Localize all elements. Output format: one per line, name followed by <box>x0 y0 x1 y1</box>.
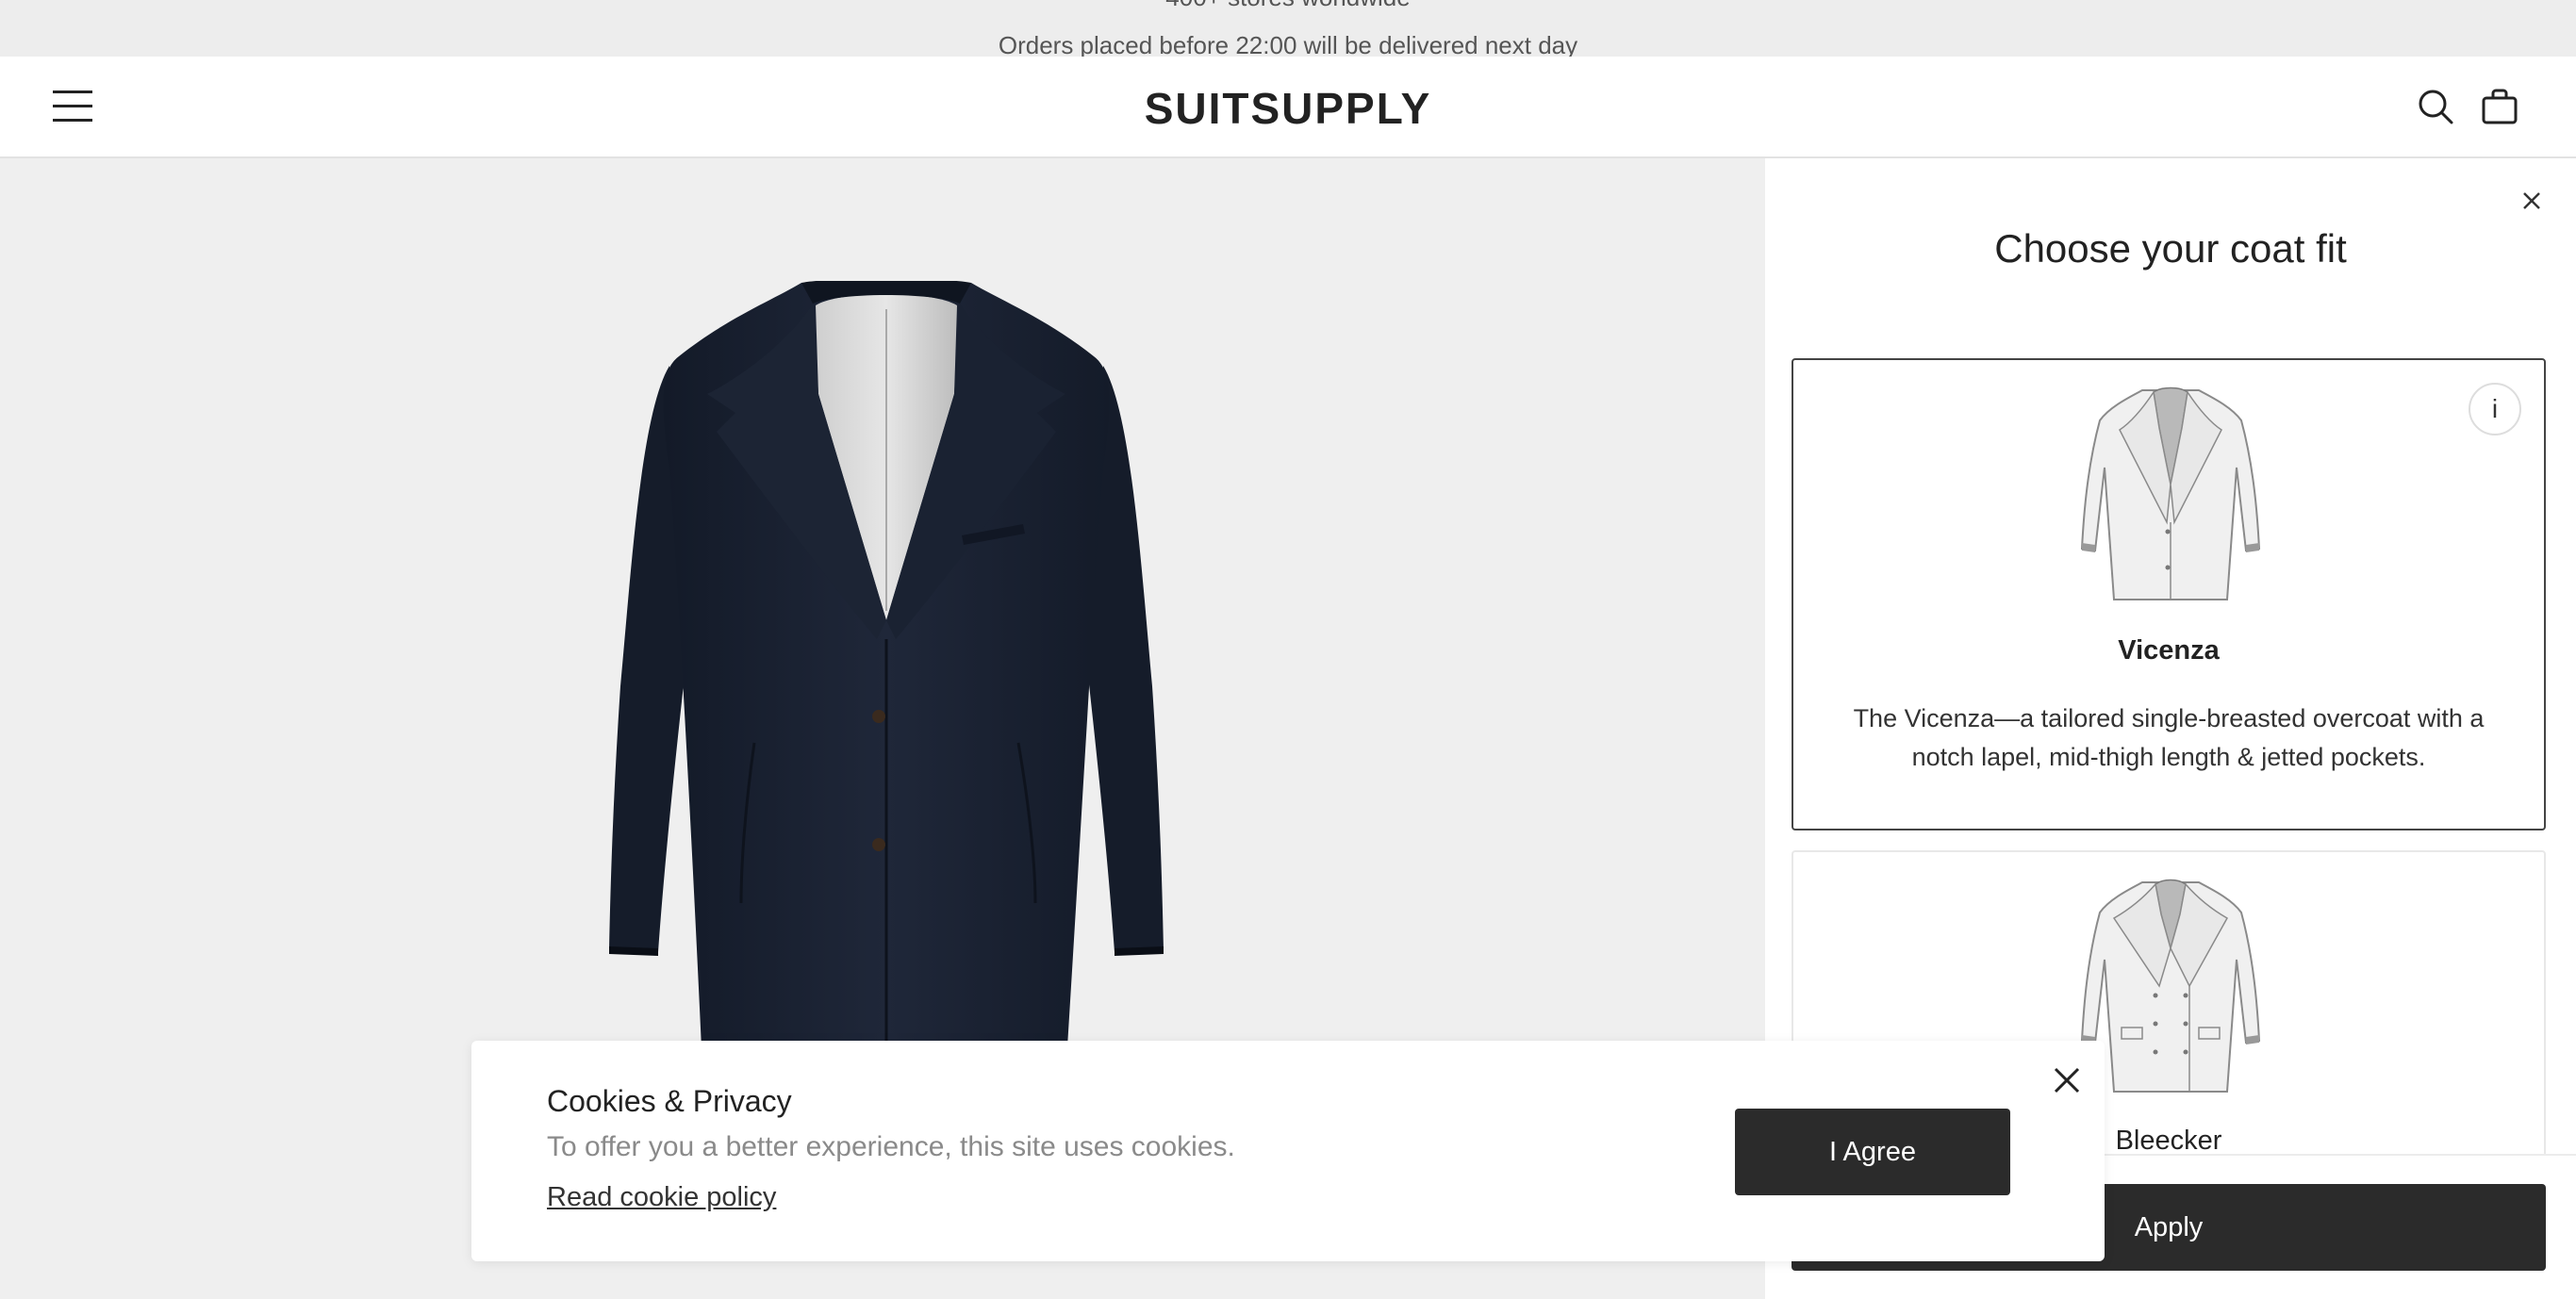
close-icon <box>2523 192 2540 209</box>
panel-title: Choose your coat fit <box>1994 226 2347 271</box>
promo-delivery-text: Orders placed before 22:00 will be deliv… <box>998 31 1578 57</box>
search-button[interactable] <box>2416 87 2455 126</box>
search-icon <box>2419 90 2453 124</box>
shopping-bag-button[interactable] <box>2480 87 2519 126</box>
brand-logo[interactable]: SUITSUPPLY <box>0 83 2576 134</box>
cookie-banner: Cookies & Privacy To offer you a better … <box>471 1041 2105 1261</box>
fit-option-name: Vicenza <box>2118 635 2220 666</box>
fit-option-vicenza[interactable]: i Vicenza The Vicenza—a tailored single-… <box>1792 358 2546 830</box>
bleecker-coat-illustration <box>2080 879 2261 1093</box>
close-icon <box>2054 1067 2080 1093</box>
promo-bar: 400+ stores worldwide Orders placed befo… <box>0 0 2576 57</box>
panel-close-button[interactable] <box>2518 187 2546 215</box>
agree-button[interactable]: I Agree <box>1735 1109 2010 1195</box>
fit-option-description: The Vicenza—a tailored single-breasted o… <box>1853 704 2485 771</box>
promo-stores-text: 400+ stores worldwide <box>0 0 2576 12</box>
cookie-text: To offer you a better experience, this s… <box>547 1131 1235 1162</box>
cookie-title: Cookies & Privacy <box>547 1084 792 1118</box>
site-header: SUITSUPPLY <box>0 57 2576 158</box>
fit-info-button[interactable]: i <box>2469 383 2521 436</box>
shopping-bag-icon <box>2482 89 2518 124</box>
cookie-close-button[interactable] <box>2052 1065 2082 1095</box>
cookie-policy-link[interactable]: Read cookie policy <box>547 1182 776 1213</box>
vicenza-coat-illustration <box>2080 386 2261 600</box>
